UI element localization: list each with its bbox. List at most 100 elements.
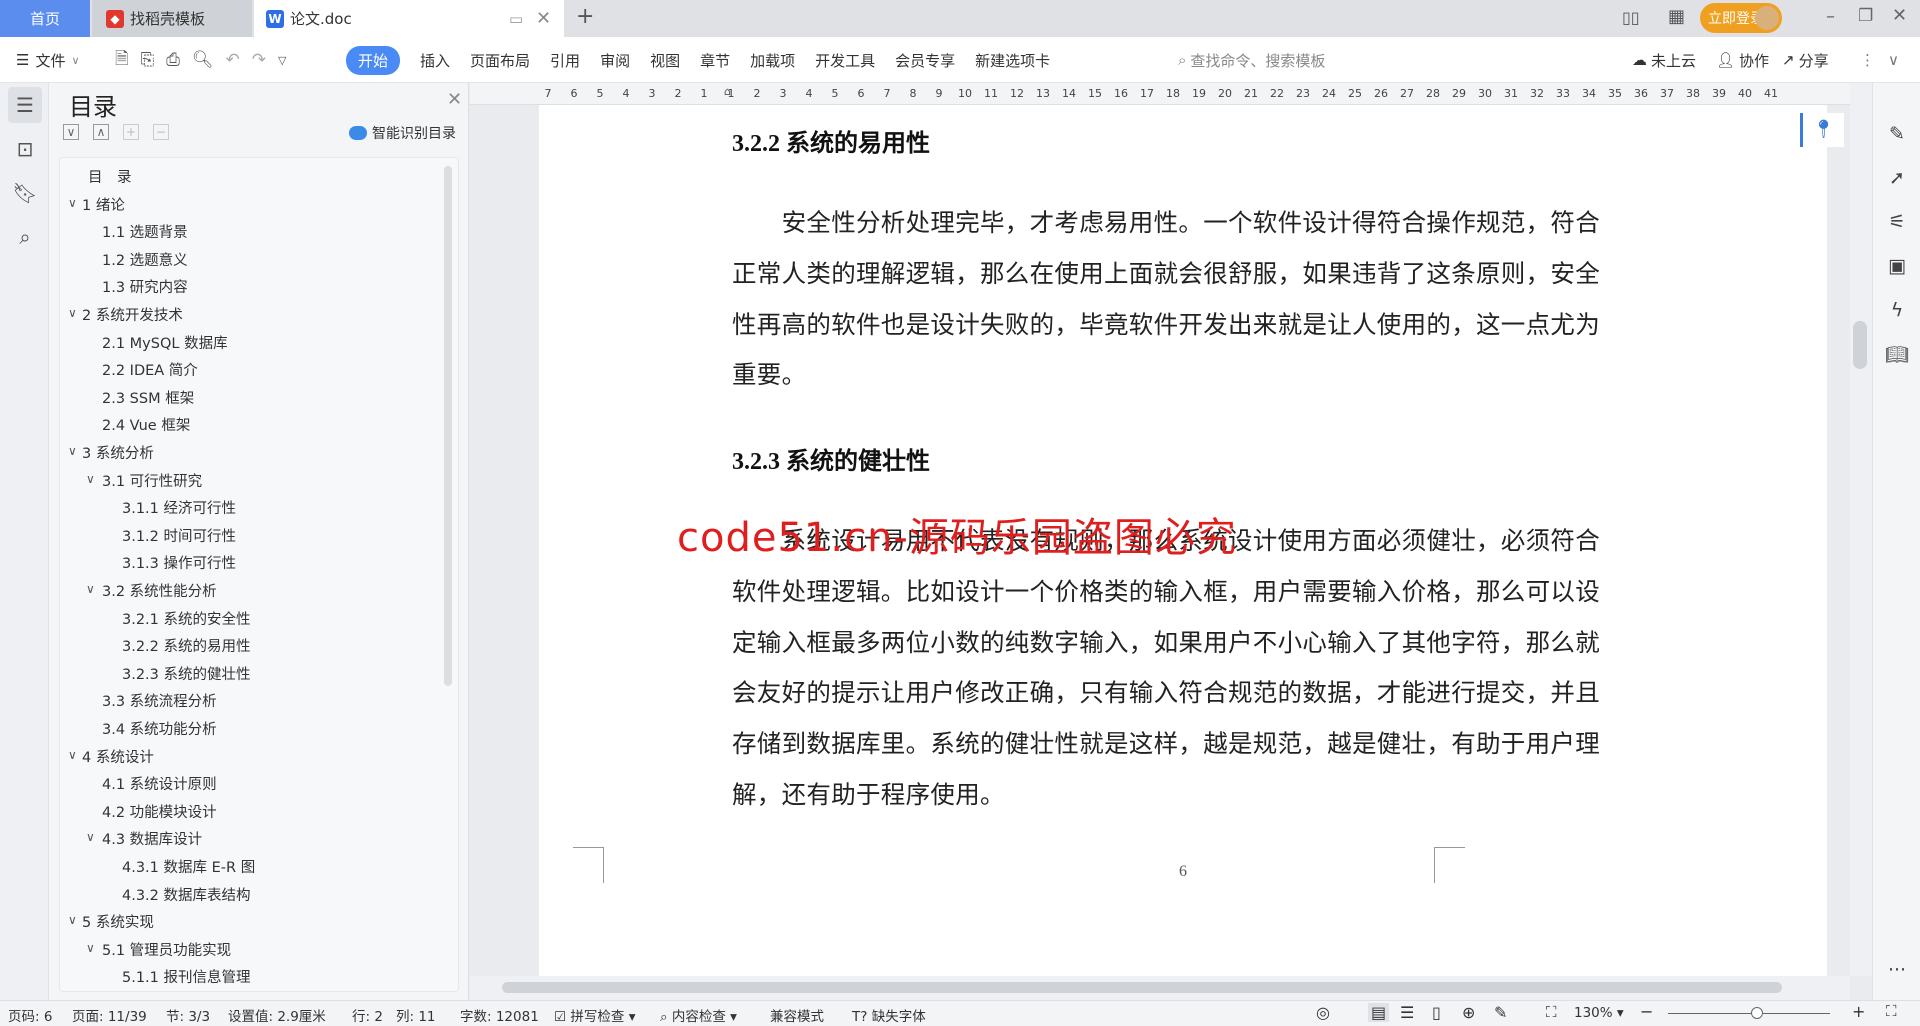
content-check-button[interactable]: ⌕ 内容检查 ▾ (660, 1005, 737, 1025)
zoom-slider[interactable] (1668, 1007, 1830, 1019)
chevron-down-icon[interactable]: ∨ (86, 472, 95, 486)
bookmark-icon[interactable]: 🔖︎ (8, 175, 42, 211)
redo-icon[interactable]: ↷ (252, 50, 266, 70)
promote-icon[interactable]: + (123, 124, 139, 140)
location-pin-icon[interactable]: 📍︎ (1800, 113, 1844, 147)
reading-mode-icon[interactable]: ▯▯ (1622, 8, 1640, 27)
export-icon[interactable]: ⎘ (141, 50, 155, 70)
zoom-select[interactable]: 130% ▾ (1574, 1005, 1624, 1021)
zoom-out-button[interactable]: − (1640, 1002, 1653, 1021)
toc-item[interactable]: 3.2.2 系统的易用性 (122, 635, 251, 656)
menu-tab[interactable]: 页面布局 (470, 50, 530, 71)
more-icon[interactable]: ▽ (278, 54, 286, 67)
collapse-all-icon[interactable]: ∧ (93, 124, 109, 140)
tab-home[interactable]: 首页 (0, 0, 90, 37)
save-icon[interactable]: 🗎 (115, 46, 129, 75)
tab-document[interactable]: W 论文.doc ▭ ✕ (254, 0, 564, 37)
horizontal-ruler[interactable]: 7 6 5 4 3 2 1 1 2 3 4 5 6 7 8 9 10 11 12 13 14 15 16 17 18 19 20 21… (470, 83, 1850, 105)
login-button[interactable]: 立即登录 (1700, 3, 1782, 33)
smart-toc-button[interactable]: 智能识别目录 (349, 123, 456, 143)
toc-item[interactable]: 3.2 系统性能分析 (102, 580, 217, 601)
chevron-down-icon[interactable]: ∨ (68, 913, 77, 927)
menu-tab[interactable]: 开始 (346, 45, 401, 75)
toc-item[interactable]: 2.1 MySQL 数据库 (102, 332, 228, 353)
toc-item[interactable]: 4.1 系统设计原则 (102, 773, 217, 794)
toc-item[interactable]: 2.3 SSM 框架 (102, 387, 194, 408)
scroll-thumb[interactable] (502, 982, 1782, 993)
tab-templates[interactable]: ◆ 找稻壳模板 (92, 0, 252, 37)
toc-item[interactable]: 3.2.3 系统的健壮性 (122, 663, 251, 684)
toc-item[interactable]: 3 系统分析 (82, 442, 154, 463)
pin-icon[interactable]: ▭ (509, 10, 523, 28)
close-panel-icon[interactable]: ✕ (447, 89, 462, 110)
chevron-down-icon[interactable]: ∨ (68, 748, 77, 762)
print-icon[interactable]: ⎙ (166, 50, 180, 70)
outline-view-icon[interactable]: ☰ (1400, 1003, 1414, 1022)
toc-item[interactable]: 3.2.1 系统的安全性 (122, 608, 251, 629)
scroll-thumb[interactable] (1853, 321, 1867, 369)
toc-item[interactable]: 3.3 系统流程分析 (102, 690, 217, 711)
toc-item[interactable]: 4.3.2 数据库表结构 (122, 884, 251, 905)
toc-item[interactable]: 3.1.3 操作可行性 (122, 552, 236, 573)
reading-view-icon[interactable]: ▯ (1432, 1003, 1441, 1022)
horizontal-scrollbar[interactable] (470, 976, 1850, 1000)
word-count[interactable]: 字数: 12081 (460, 1005, 539, 1025)
toc-item[interactable]: 1 绪论 (82, 194, 125, 215)
image-effects-icon[interactable]: ▣ (1883, 255, 1911, 283)
pages-indicator[interactable]: 页面: 11/39 (72, 1005, 147, 1025)
spell-check-button[interactable]: ☑ 拼写检查 ▾ (554, 1005, 635, 1025)
toc-item[interactable]: 5.1.1 报刊信息管理 (122, 966, 251, 987)
toc-item[interactable]: 4.2 功能模块设计 (102, 801, 217, 822)
print-preview-icon[interactable]: 🔍︎ (192, 50, 214, 70)
minimize-button[interactable]: – (1826, 6, 1835, 27)
quick-action-icon[interactable]: ϟ (1883, 299, 1911, 327)
toc-item[interactable]: 4.3.1 数据库 E-R 图 (122, 856, 255, 877)
grid-apps-icon[interactable]: ▦ (1668, 6, 1685, 27)
page-indicator[interactable]: 页码: 6 (8, 1005, 52, 1025)
write-view-icon[interactable]: ✎ (1494, 1003, 1507, 1022)
chevron-down-icon[interactable]: ∨ (86, 582, 95, 596)
chevron-down-icon[interactable]: ∨ (68, 196, 77, 210)
close-tab-icon[interactable]: ✕ (536, 8, 551, 29)
pen-icon[interactable]: ✎ (1883, 123, 1911, 151)
file-menu[interactable]: ☰ 文件 ∨ (16, 37, 80, 83)
toc-item[interactable]: 5 系统实现 (82, 911, 154, 932)
share-button[interactable]: ↗ 分享 (1782, 37, 1829, 83)
menu-tab[interactable]: 章节 (700, 50, 730, 71)
expand-all-icon[interactable]: ∨ (63, 124, 79, 140)
toc-item[interactable]: 3.1 可行性研究 (102, 470, 202, 491)
toc-item[interactable]: 2 系统开发技术 (82, 304, 183, 325)
more-tools-icon[interactable]: ··· (1883, 959, 1911, 987)
menu-tab[interactable]: 新建选项卡 (975, 50, 1050, 71)
page-view-icon[interactable]: ▤ (1368, 1003, 1390, 1022)
chevron-down-icon[interactable]: ∨ (68, 306, 77, 320)
chevron-down-icon[interactable]: ∨ (68, 444, 77, 458)
toc-item[interactable]: 目 录 (88, 166, 132, 187)
search-command-input[interactable]: ⌕ 查找命令、搜索模板 (1178, 37, 1325, 83)
menu-tab[interactable]: 审阅 (600, 50, 630, 71)
zoom-slider-handle[interactable] (1751, 1007, 1764, 1019)
toc-item[interactable]: 1.2 选题意义 (102, 249, 188, 270)
toc-item[interactable]: 3.4 系统功能分析 (102, 718, 217, 739)
collab-button[interactable]: 👤︎ 协作 (1716, 37, 1769, 83)
restore-button[interactable]: ❐ (1858, 6, 1873, 26)
new-tab-button[interactable]: + (576, 4, 594, 29)
undo-icon[interactable]: ↶ (225, 50, 239, 70)
toc-panel-icon[interactable]: ☰ (8, 87, 42, 123)
navigation-pane-icon[interactable]: ⊡ (8, 131, 42, 167)
toc-item[interactable]: 4.3 数据库设计 (102, 828, 202, 849)
cursor-select-icon[interactable]: ➚ (1883, 167, 1911, 195)
cloud-status[interactable]: ☁ 未上云 (1632, 37, 1696, 83)
menu-tab[interactable]: 插入 (420, 50, 450, 71)
close-window-button[interactable]: ✕ (1892, 5, 1907, 26)
document-page[interactable]: 3.2.2 系统的易用性 3.2.3 系统的健壮性 安全性分析处理完毕，才考虑易… (539, 105, 1827, 976)
sliders-icon[interactable]: ⚟ (1883, 211, 1911, 239)
toc-item[interactable]: 1.1 选题背景 (102, 221, 188, 242)
web-view-icon[interactable]: ⊕ (1462, 1003, 1475, 1022)
zoom-in-button[interactable]: + (1852, 1002, 1865, 1021)
menu-tab[interactable]: 视图 (650, 50, 680, 71)
toc-item[interactable]: 3.1.1 经济可行性 (122, 497, 236, 518)
toc-item[interactable]: 3.1.2 时间可行性 (122, 525, 236, 546)
collapse-ribbon-icon[interactable]: ∨ (1888, 37, 1899, 83)
toc-item[interactable]: 2.2 IDEA 简介 (102, 359, 198, 380)
